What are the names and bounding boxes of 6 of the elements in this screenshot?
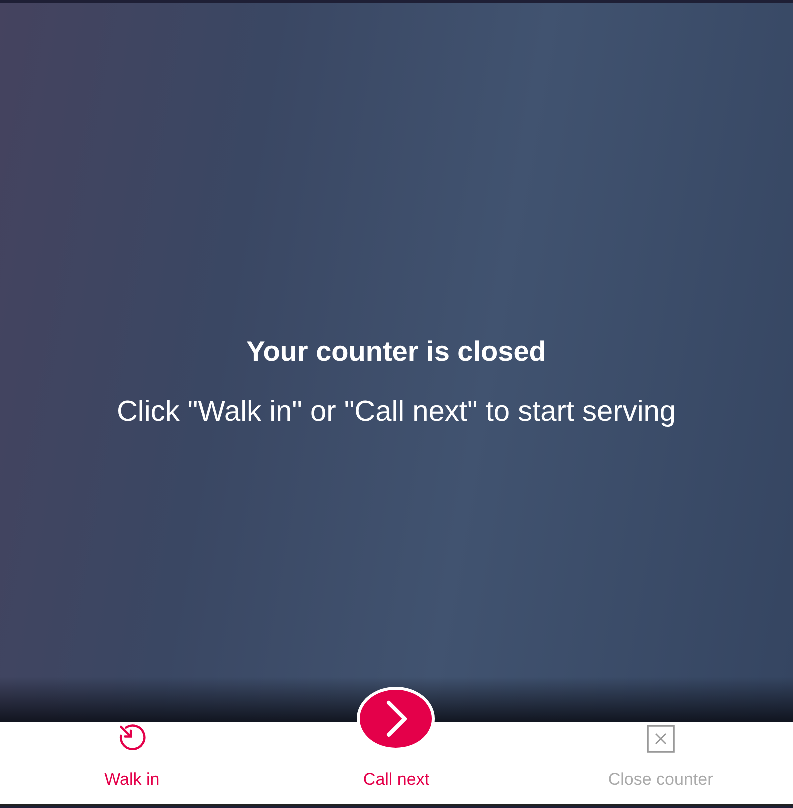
walk-in-button[interactable]: Walk in bbox=[0, 722, 264, 804]
clock-arrow-icon bbox=[117, 723, 148, 752]
instruction-text: Click "Walk in" or "Call next" to start serving bbox=[116, 394, 676, 430]
call-next-button[interactable]: Call next bbox=[264, 686, 529, 804]
close-icon bbox=[646, 724, 675, 752]
status-title: Your counter is closed bbox=[246, 334, 546, 369]
